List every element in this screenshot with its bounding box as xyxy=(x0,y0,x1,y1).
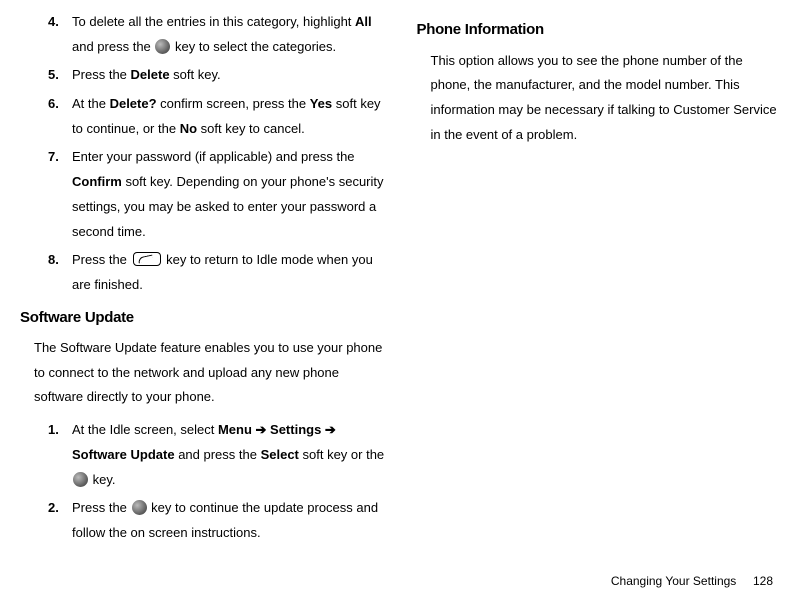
sw-step-1: 1. At the Idle screen, select Menu ➔ Set… xyxy=(20,418,387,492)
step-text: Enter your password (if applicable) and … xyxy=(72,145,387,244)
end-key-icon xyxy=(133,252,161,266)
footer-page: 128 xyxy=(753,574,773,588)
software-update-heading: Software Update xyxy=(20,304,387,333)
nav-key-icon xyxy=(155,39,170,54)
step-text: At the Idle screen, select Menu ➔ Settin… xyxy=(72,418,387,492)
step-number: 5. xyxy=(48,63,72,88)
left-column: 4. To delete all the entries in this cat… xyxy=(20,10,387,550)
step-number: 8. xyxy=(48,248,72,297)
step-number: 1. xyxy=(48,418,72,492)
footer-section: Changing Your Settings xyxy=(611,574,736,588)
step-number: 4. xyxy=(48,10,72,59)
step-5: 5. Press the Delete soft key. xyxy=(20,63,387,88)
sw-step-2: 2. Press the key to continue the update … xyxy=(20,496,387,545)
page-footer: Changing Your Settings 128 xyxy=(20,570,783,593)
software-update-paragraph: The Software Update feature enables you … xyxy=(34,336,387,410)
step-text: Press the Delete soft key. xyxy=(72,63,387,88)
step-6: 6. At the Delete? confirm screen, press … xyxy=(20,92,387,141)
step-number: 7. xyxy=(48,145,72,244)
nav-key-icon xyxy=(73,472,88,487)
step-number: 2. xyxy=(48,496,72,545)
right-column: Phone Information This option allows you… xyxy=(417,10,784,550)
phone-info-heading: Phone Information xyxy=(417,16,784,45)
step-text: Press the key to continue the update pro… xyxy=(72,496,387,545)
nav-key-icon xyxy=(132,500,147,515)
step-7: 7. Enter your password (if applicable) a… xyxy=(20,145,387,244)
step-number: 6. xyxy=(48,92,72,141)
content-columns: 4. To delete all the entries in this cat… xyxy=(20,10,783,550)
step-8: 8. Press the key to return to Idle mode … xyxy=(20,248,387,297)
step-text: At the Delete? confirm screen, press the… xyxy=(72,92,387,141)
step-text: Press the key to return to Idle mode whe… xyxy=(72,248,387,297)
phone-info-paragraph: This option allows you to see the phone … xyxy=(431,49,784,148)
step-4: 4. To delete all the entries in this cat… xyxy=(20,10,387,59)
step-text: To delete all the entries in this catego… xyxy=(72,10,387,59)
